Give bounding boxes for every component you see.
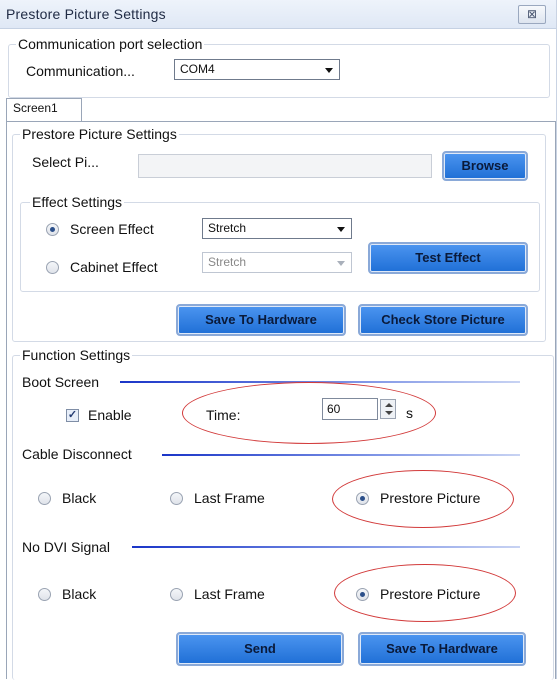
select-picture-label: Select Pi... — [32, 154, 99, 170]
screen-effect-select[interactable]: Stretch — [202, 218, 352, 239]
enable-checkbox[interactable]: ✓ — [66, 409, 79, 422]
cable-prestore-label: Prestore Picture — [380, 490, 481, 506]
arrow-up-icon — [385, 403, 393, 407]
prestore-settings-dialog: Prestore Picture Settings ⊠ Communicatio… — [0, 0, 557, 680]
save-to-hardware-button-top[interactable]: Save To Hardware — [176, 304, 346, 336]
browse-button-label: Browse — [461, 158, 509, 173]
enable-label: Enable — [88, 407, 132, 423]
test-effect-button-label: Test Effect — [415, 250, 481, 265]
cable-black-label: Black — [62, 490, 97, 506]
cable-prestore-radio[interactable] — [356, 492, 369, 505]
boot-screen-title: Boot Screen — [22, 374, 100, 390]
nodvi-black-radio[interactable] — [38, 588, 51, 601]
tab-screen1-label: Screen1 — [13, 101, 58, 115]
save-to-hardware-button-bottom[interactable]: Save To Hardware — [358, 632, 526, 666]
cabinet-effect-select[interactable]: Stretch — [202, 252, 352, 273]
communication-label: Communication... — [26, 63, 135, 79]
cable-black-radio[interactable] — [38, 492, 51, 505]
window-title: Prestore Picture Settings — [6, 6, 166, 22]
time-input[interactable]: 60 — [322, 398, 378, 420]
save-to-hardware-top-label: Save To Hardware — [205, 312, 317, 327]
cabinet-effect-label: Cabinet Effect — [70, 259, 158, 275]
tab-screen1[interactable]: Screen1 — [6, 98, 82, 122]
comm-port-group-title: Communication port selection — [16, 36, 205, 52]
close-button[interactable]: ⊠ — [518, 5, 546, 24]
no-dvi-separator — [132, 546, 520, 548]
time-value: 60 — [327, 402, 341, 416]
chevron-down-icon — [337, 227, 345, 232]
time-label: Time: — [206, 407, 241, 423]
nodvi-prestore-label: Prestore Picture — [380, 586, 481, 602]
cable-disconnect-title: Cable Disconnect — [22, 446, 132, 462]
picture-path-field[interactable] — [138, 154, 432, 178]
communication-port-value: COM4 — [180, 62, 215, 76]
send-button-label: Send — [244, 641, 276, 656]
check-store-picture-button[interactable]: Check Store Picture — [358, 304, 528, 336]
effect-settings-group-title: Effect Settings — [30, 194, 125, 210]
browse-button[interactable]: Browse — [442, 151, 528, 181]
time-spinner[interactable] — [380, 399, 396, 419]
cabinet-effect-radio[interactable] — [46, 261, 59, 274]
function-settings-group-title: Function Settings — [20, 347, 133, 363]
send-button[interactable]: Send — [176, 632, 344, 666]
cabinet-effect-value: Stretch — [208, 255, 247, 269]
prestore-picture-group-title: Prestore Picture Settings — [20, 126, 179, 142]
communication-port-select[interactable]: COM4 — [174, 59, 340, 80]
save-to-hardware-bottom-label: Save To Hardware — [386, 641, 498, 656]
chevron-down-icon — [325, 68, 333, 73]
chevron-down-icon — [337, 261, 345, 266]
cable-disconnect-separator — [162, 454, 520, 456]
screen-effect-value: Stretch — [208, 221, 247, 235]
screen-effect-radio[interactable] — [46, 223, 59, 236]
nodvi-black-label: Black — [62, 586, 97, 602]
cable-last-frame-radio[interactable] — [170, 492, 183, 505]
arrow-down-icon — [385, 411, 393, 415]
screen-effect-label: Screen Effect — [70, 221, 154, 237]
cable-last-frame-label: Last Frame — [194, 490, 265, 506]
nodvi-last-frame-label: Last Frame — [194, 586, 265, 602]
title-bar: Prestore Picture Settings ⊠ — [0, 0, 556, 29]
nodvi-prestore-radio[interactable] — [356, 588, 369, 601]
nodvi-last-frame-radio[interactable] — [170, 588, 183, 601]
check-store-picture-label: Check Store Picture — [381, 312, 505, 327]
time-unit: s — [406, 405, 413, 421]
no-dvi-title: No DVI Signal — [22, 539, 110, 555]
test-effect-button[interactable]: Test Effect — [368, 242, 528, 274]
